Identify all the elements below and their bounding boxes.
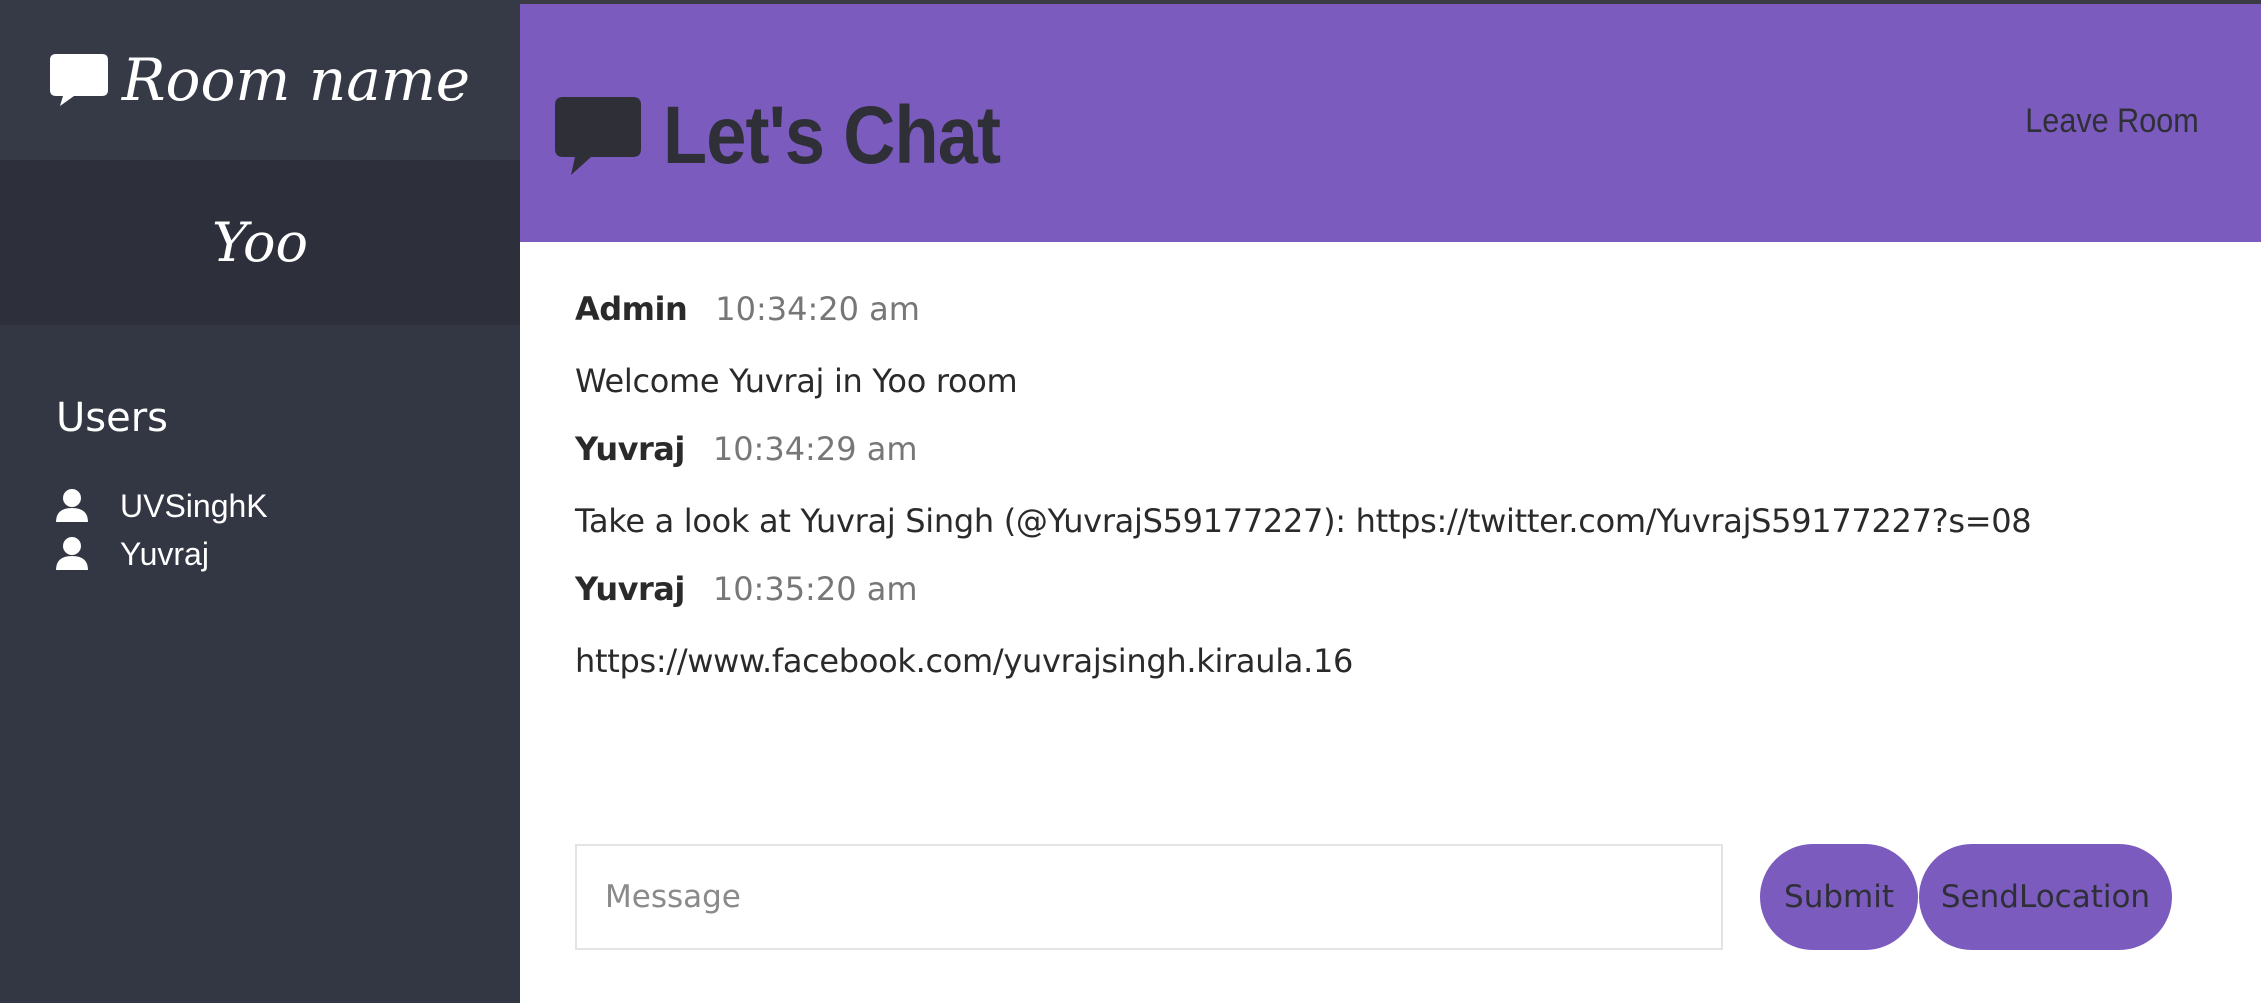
- message-form: Submit SendLocation: [575, 844, 2175, 950]
- send-location-button[interactable]: SendLocation: [1919, 844, 2172, 950]
- users-heading: Users: [56, 395, 169, 441]
- user-name: UVSinghK: [120, 487, 268, 524]
- page-title: Let's Chat: [663, 90, 1001, 181]
- message-item: Admin 10:34:20 am Welcome Yuvraj in Yoo …: [575, 290, 2215, 400]
- user-list: UVSinghK Yuvraj: [54, 482, 268, 578]
- message-time: 10:35:20 am: [712, 570, 918, 608]
- room-name: Yoo: [212, 211, 308, 274]
- user-list-item: Yuvraj: [54, 530, 268, 578]
- chat-bubble-icon: [555, 97, 641, 175]
- message-item: Yuvraj 10:35:20 am https://www.facebook.…: [575, 570, 2215, 680]
- message-item: Yuvraj 10:34:29 am Take a look at Yuvraj…: [575, 430, 2215, 540]
- message-header: Yuvraj 10:35:20 am: [575, 570, 2215, 620]
- message-author: Yuvraj: [575, 570, 685, 608]
- room-name-panel: Yoo: [0, 160, 520, 325]
- message-time: 10:34:20 am: [715, 290, 920, 328]
- sidebar-title: Room name: [121, 46, 471, 114]
- message-time: 10:34:29 am: [712, 430, 918, 468]
- message-text: Welcome Yuvraj in Yoo room: [575, 362, 1018, 400]
- message-list: Admin 10:34:20 am Welcome Yuvraj in Yoo …: [575, 290, 2215, 710]
- submit-button[interactable]: Submit: [1760, 844, 1918, 950]
- message-author: Admin: [575, 290, 688, 328]
- sidebar-header: Room name: [0, 0, 520, 160]
- message-text: Take a look at Yuvraj Singh (@YuvrajS591…: [575, 502, 2032, 540]
- leave-room-button[interactable]: Leave Room: [2025, 102, 2199, 141]
- message-input[interactable]: [575, 844, 1723, 950]
- message-author: Yuvraj: [575, 430, 685, 468]
- message-header: Yuvraj 10:34:29 am: [575, 430, 2215, 480]
- user-name: Yuvraj: [120, 535, 209, 572]
- chat-bubble-icon: [49, 54, 108, 106]
- user-icon: [56, 537, 88, 570]
- chat-title-group: Let's Chat: [555, 89, 1046, 183]
- sidebar: Room name Yoo Users UVSinghK Yuvraj: [0, 0, 520, 1003]
- message-header: Admin 10:34:20 am: [575, 290, 2215, 340]
- user-icon: [56, 489, 88, 522]
- chat-header: Let's Chat Leave Room: [520, 4, 2261, 242]
- message-text: https://www.facebook.com/yuvrajsingh.kir…: [575, 642, 1354, 680]
- user-list-item: UVSinghK: [54, 482, 268, 530]
